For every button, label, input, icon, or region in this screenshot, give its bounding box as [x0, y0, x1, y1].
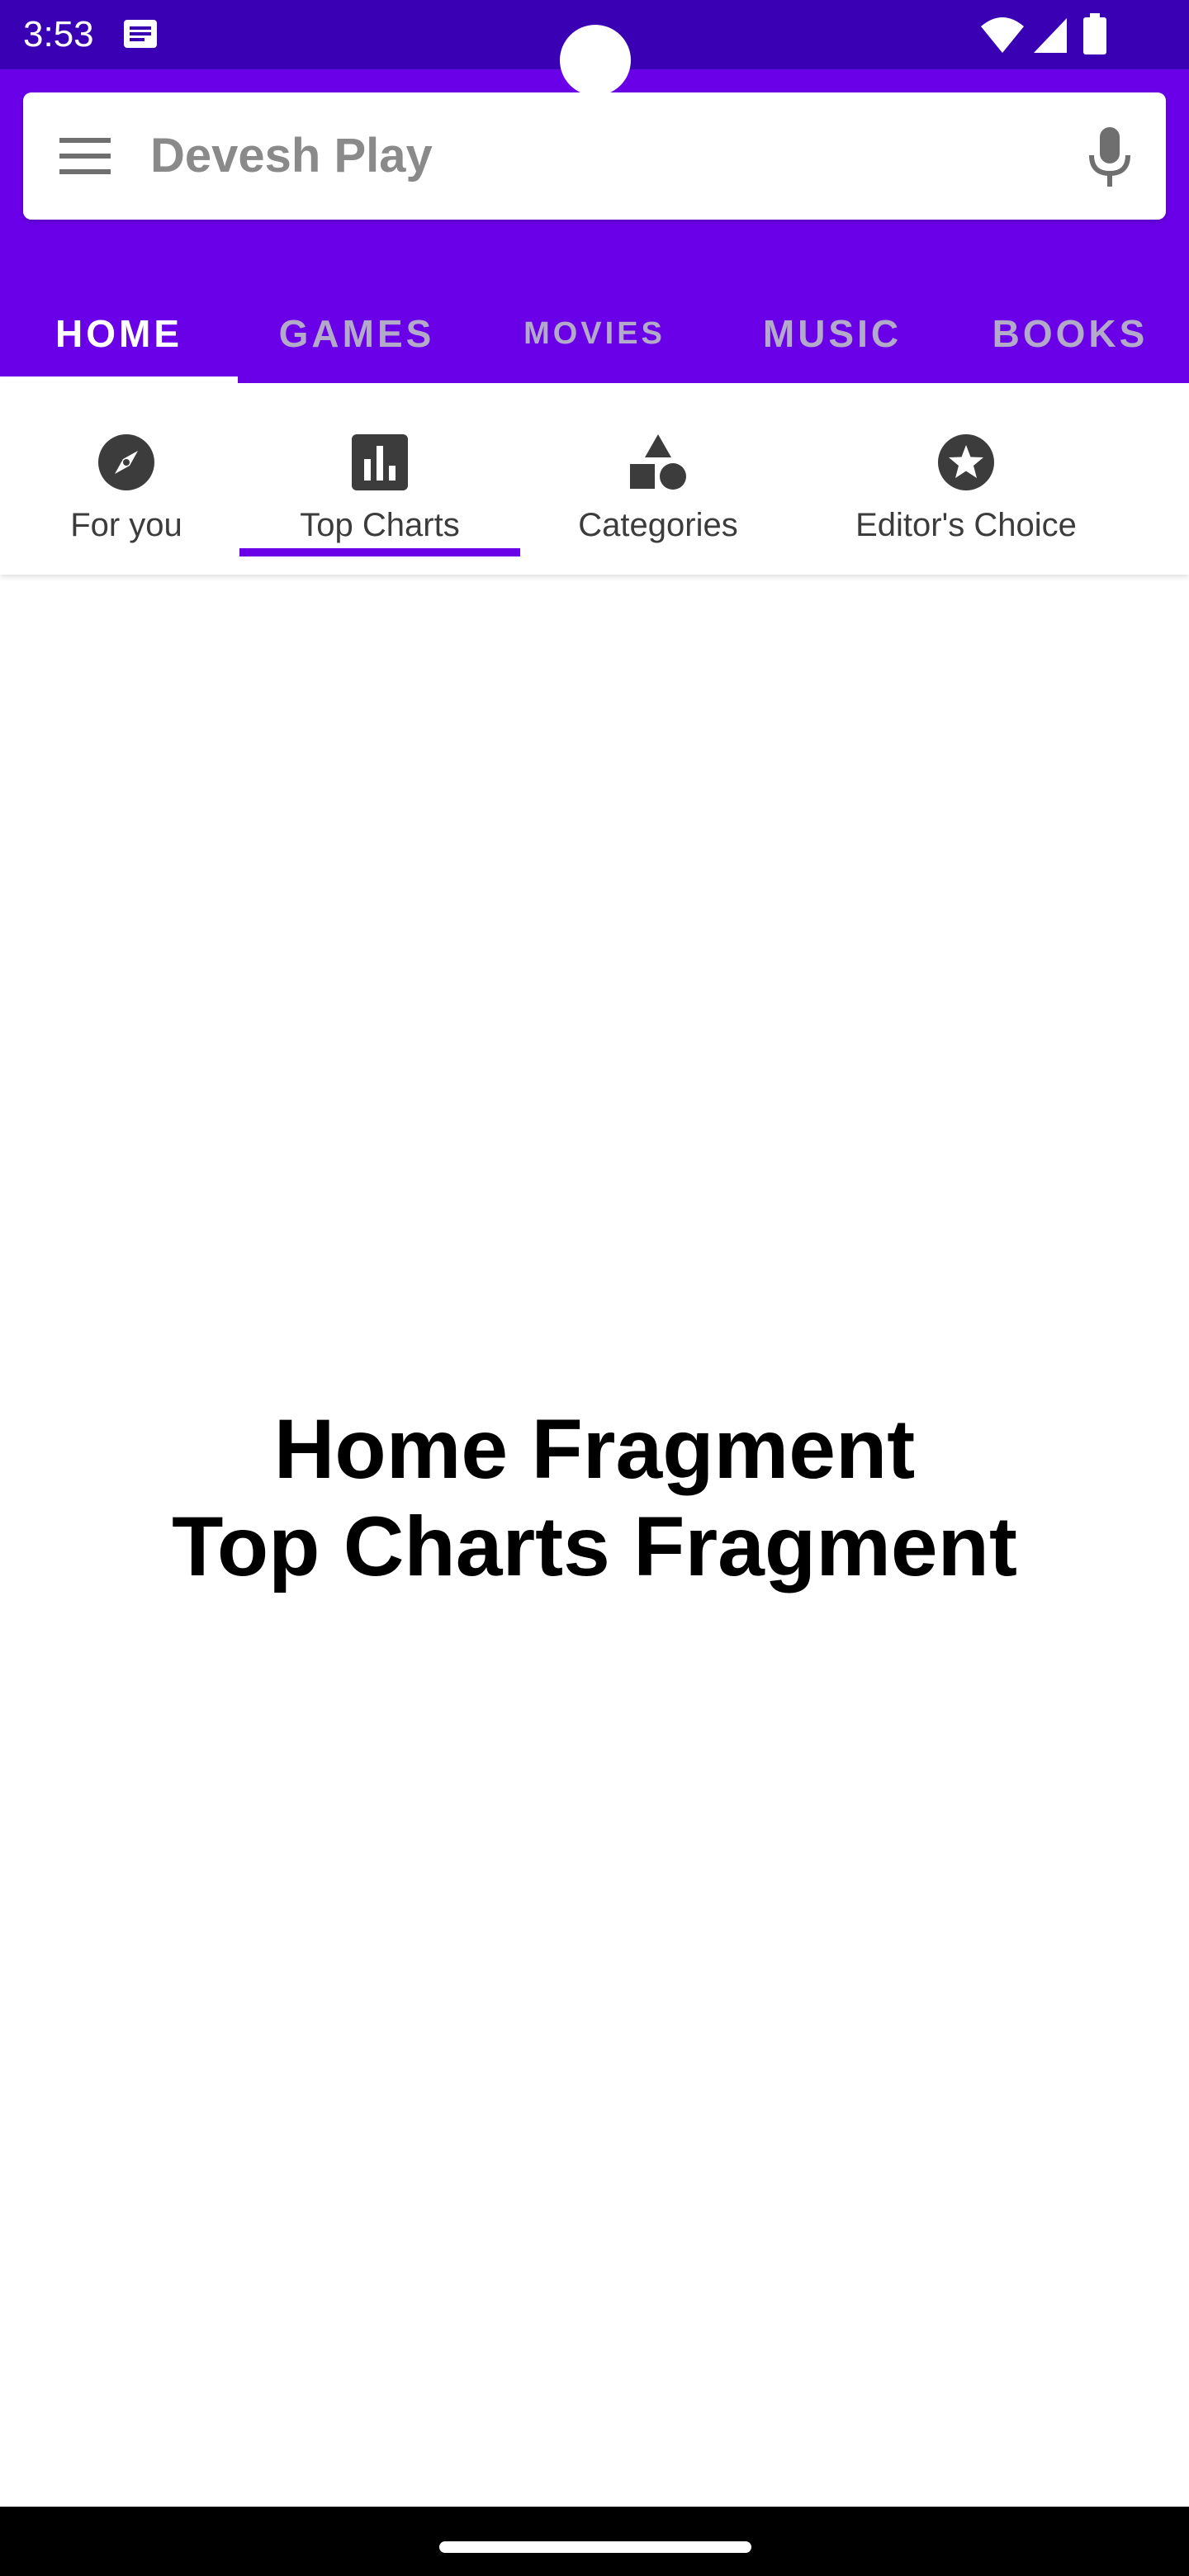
home-fragment-text: Home Fragment — [273, 1402, 916, 1496]
shapes-icon — [630, 434, 686, 490]
subtab-label: Categories — [578, 507, 738, 543]
main-tabs: HOME GAMES MOVIES MUSIC BOOKS — [0, 284, 1189, 383]
hamburger-menu-icon[interactable] — [58, 131, 112, 181]
subtab-categories[interactable]: Categories — [553, 383, 763, 575]
search-placeholder[interactable]: Devesh Play — [150, 124, 433, 188]
signal-icon — [1034, 18, 1067, 53]
app-screen: 3:53 Devesh Play HOME GAMES MOVIES MUSIC… — [0, 0, 1189, 2576]
system-nav-bar — [0, 2507, 1189, 2576]
search-bar[interactable]: Devesh Play — [23, 92, 1166, 220]
subtab-label: For you — [70, 507, 182, 543]
tab-games[interactable]: GAMES — [238, 284, 476, 383]
tab-books[interactable]: BOOKS — [951, 284, 1189, 383]
bar-chart-icon — [352, 434, 408, 490]
sub-tabs: For you Top Charts Categories Editor's C… — [0, 383, 1189, 575]
star-icon — [938, 434, 994, 490]
fragment-label: Home Fragment Top Charts Fragment — [0, 1400, 1189, 1595]
app-header: Devesh Play HOME GAMES MOVIES MUSIC BOOK… — [0, 69, 1189, 383]
camera-cutout — [560, 25, 631, 96]
tab-home[interactable]: HOME — [0, 284, 238, 383]
wifi-icon — [981, 17, 1024, 53]
compass-icon — [98, 434, 154, 490]
fragment-container: Home Fragment Top Charts Fragment — [0, 575, 1189, 2507]
microphone-icon[interactable] — [1087, 125, 1133, 188]
tab-movies[interactable]: MOVIES — [476, 284, 713, 383]
subtab-top-charts[interactable]: Top Charts — [239, 383, 520, 575]
subtab-label: Top Charts — [300, 507, 460, 543]
subtab-for-you[interactable]: For you — [33, 383, 220, 575]
subtab-label: Editor's Choice — [855, 507, 1077, 543]
top-charts-fragment-text: Top Charts Fragment — [172, 1499, 1017, 1593]
tab-music[interactable]: MUSIC — [713, 284, 951, 383]
battery-icon — [1083, 13, 1106, 54]
subtab-selected-indicator — [239, 548, 520, 556]
message-icon — [124, 20, 157, 48]
status-time: 3:53 — [23, 14, 94, 54]
subtab-editors-choice[interactable]: Editor's Choice — [826, 383, 1106, 575]
home-gesture-pill[interactable] — [439, 2541, 751, 2553]
